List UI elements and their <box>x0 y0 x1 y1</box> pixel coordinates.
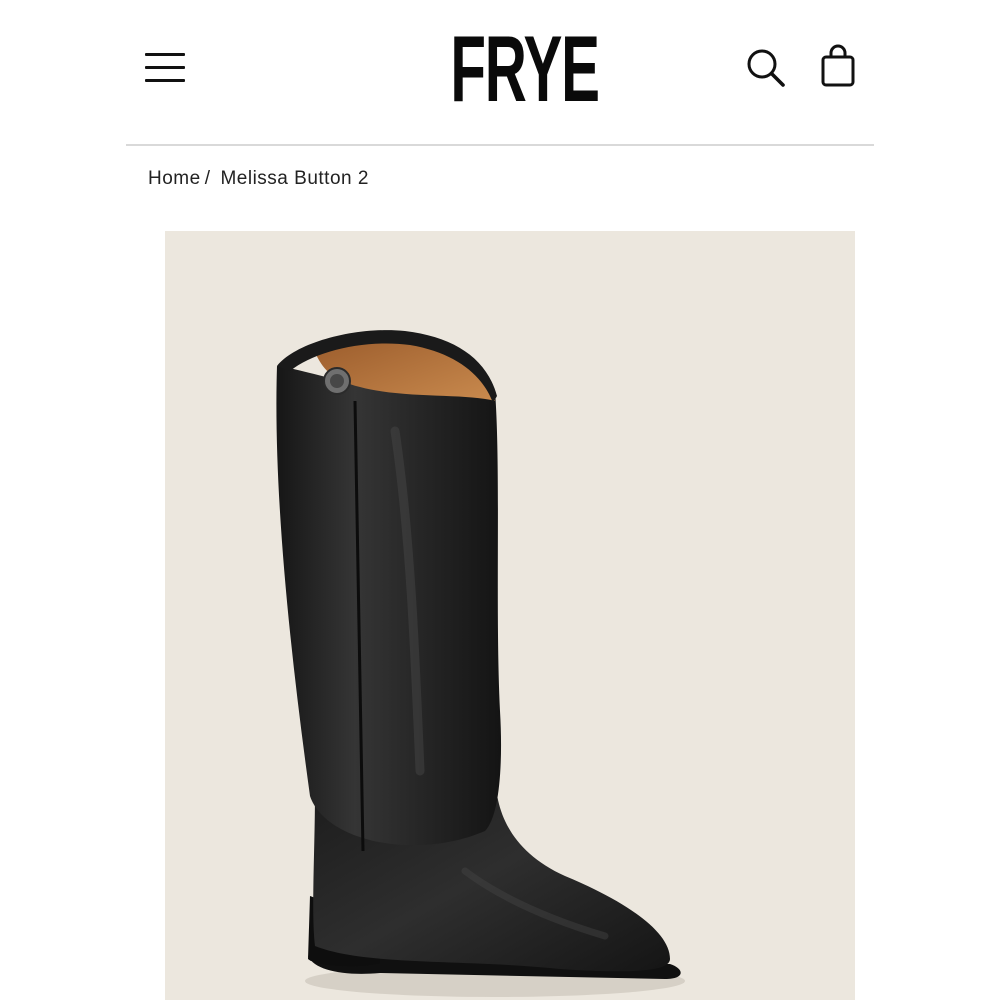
site-header: FRYE <box>0 0 1000 146</box>
shopping-bag-button[interactable] <box>815 42 861 92</box>
boot-shaft <box>276 366 502 846</box>
search-icon <box>747 49 785 87</box>
product-page: FRYE Home / Melissa Button 2 <box>0 0 1000 1000</box>
shopping-bag-icon <box>821 44 855 87</box>
search-button[interactable] <box>742 45 788 91</box>
brand-logo[interactable]: FRYE <box>450 14 600 124</box>
menu-button[interactable] <box>140 48 190 88</box>
product-image[interactable] <box>165 231 855 1000</box>
breadcrumb-separator: / <box>204 168 211 189</box>
boot-illustration <box>276 330 685 997</box>
breadcrumb-home-link[interactable]: Home <box>148 168 201 189</box>
header-divider <box>126 144 874 146</box>
breadcrumb-current: Melissa Button 2 <box>220 168 369 189</box>
breadcrumb: Home / Melissa Button 2 <box>148 164 369 194</box>
